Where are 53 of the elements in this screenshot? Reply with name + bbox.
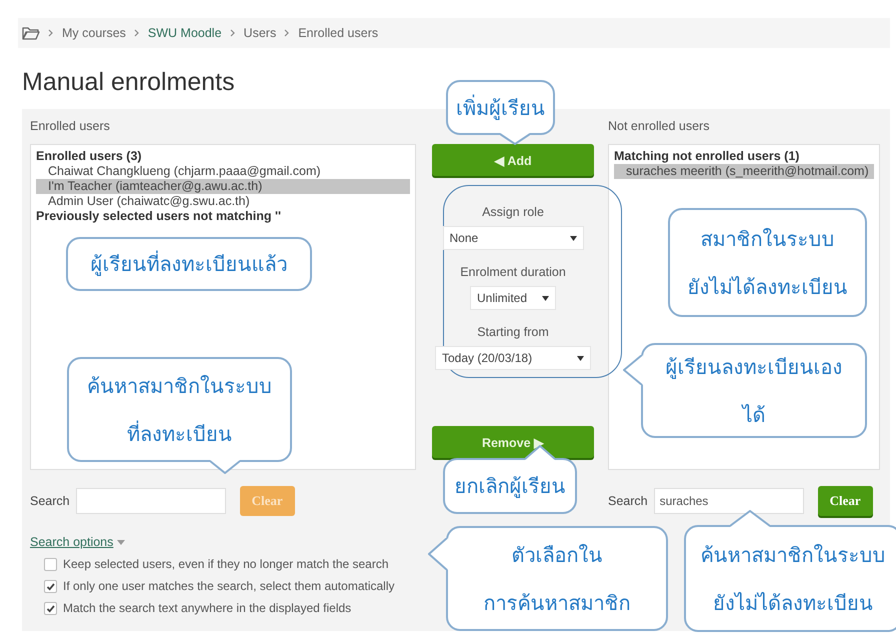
breadcrumb-link[interactable]: SWU Moodle (148, 26, 222, 40)
callout-note: ผู้เรียนที่ลงทะเบียนแล้ว (66, 237, 312, 291)
search-label: Search (608, 494, 648, 508)
user-option[interactable]: I'm Teacher (iamteacher@g.awu.ac.th) (36, 179, 410, 194)
callout-note: สมาชิกในระบบ ยังไม่ได้ลงทะเบียน (668, 208, 867, 317)
breadcrumb-link[interactable]: Enrolled users (298, 26, 378, 40)
chevron-icon (134, 29, 140, 37)
callout-pointer (428, 538, 448, 570)
page-title: Manual enrolments (22, 68, 236, 97)
group-heading: Matching not enrolled users (1) (614, 149, 800, 164)
caret-icon (117, 540, 126, 544)
dropdown[interactable]: Today (20/03/18) (435, 346, 591, 370)
callout-pointer (210, 460, 240, 474)
search-field[interactable] (76, 488, 226, 514)
chevron-icon (284, 29, 290, 37)
clear-button[interactable]: Clear (818, 486, 873, 516)
callout-note: ค้นหาสมาชิกในระบบ ที่ลงทะเบียน (67, 357, 292, 462)
user-option[interactable]: Admin User (chaiwatc@g.swu.ac.th) (36, 194, 410, 209)
option-label: Keep selected users, even if they no longer match the search (63, 557, 389, 571)
dropdown[interactable]: Unlimited (470, 286, 556, 310)
chevron-icon (48, 29, 54, 37)
field-label: Enrolment duration (460, 264, 566, 280)
callout-pointer (623, 355, 643, 385)
add-button[interactable]: ◀ Add (432, 144, 594, 176)
user-option[interactable]: Chaiwat Changklueng (chjarm.paaa@gmail.com) (36, 164, 410, 179)
option-label: Match the search text anywhere in the displayed fields (63, 601, 352, 615)
caret-icon (577, 356, 584, 360)
breadcrumb-link[interactable]: My courses (62, 26, 126, 40)
breadcrumb-link[interactable]: Users (244, 26, 276, 40)
field-label: Starting from (477, 324, 549, 340)
checkbox[interactable] (44, 580, 57, 592)
search-label: Search (30, 494, 70, 508)
group-heading: Previously selected users not matching '' (36, 209, 282, 224)
remove-button[interactable]: Remove ▶ (432, 426, 594, 458)
dropdown[interactable]: None (442, 226, 584, 250)
caret-icon (542, 296, 549, 300)
caret-icon (570, 236, 576, 240)
folder-icon (22, 26, 40, 40)
callout-pointer (500, 133, 530, 145)
list-label: Enrolled users (30, 119, 111, 135)
search-options-link[interactable]: Search options (30, 535, 114, 549)
user-option[interactable]: suraches meerith (s_meerith@hotmail.com) (614, 164, 874, 179)
checkbox[interactable] (44, 558, 57, 570)
chevron-icon (230, 29, 236, 37)
callout-pointer (730, 510, 770, 527)
callout-note: ตัวเลือกใน การค้นหาสมาชิก (446, 526, 668, 631)
option-label: If only one user matches the search, select them automatically (63, 579, 394, 593)
field-label: Assign role (482, 204, 544, 220)
list-label: Not enrolled users (608, 119, 710, 135)
callout-note: ผู้เรียนลงทะเบียนเอง ได้ (641, 343, 867, 438)
callout-note: ค้นหาสมาชิกในระบบ ยังไม่ได้ลงทะเบียน (684, 525, 896, 632)
checkbox[interactable] (44, 602, 57, 614)
group-heading: Enrolled users (3) (36, 149, 143, 164)
